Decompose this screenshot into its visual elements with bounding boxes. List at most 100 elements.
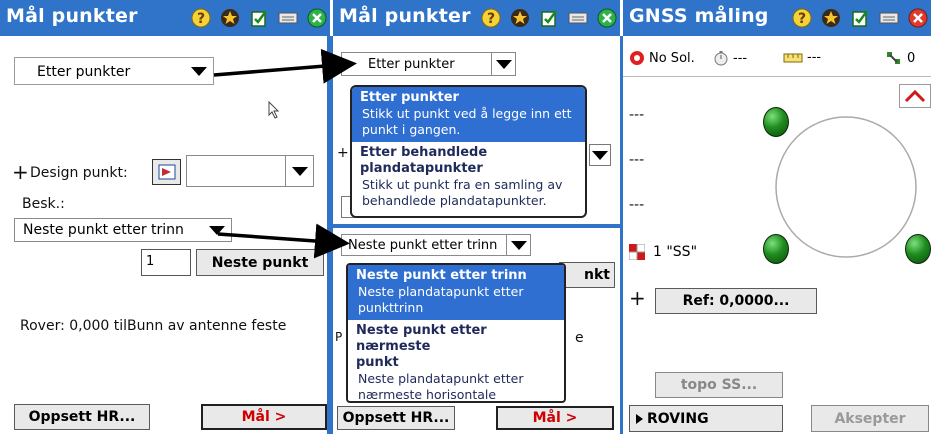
plus-icon[interactable]: + bbox=[629, 286, 646, 310]
keyboard-icon[interactable] bbox=[567, 7, 589, 29]
skyplot-circle bbox=[775, 116, 917, 258]
chevron-down-icon bbox=[506, 235, 530, 255]
design-point-dropdown[interactable] bbox=[186, 155, 314, 187]
right-titlebar: GNSS måling ? bbox=[623, 0, 931, 36]
close-icon[interactable] bbox=[596, 7, 618, 29]
topo-button[interactable]: topo SS... bbox=[655, 372, 783, 398]
setup-hr-button[interactable]: Oppsett HR... bbox=[337, 406, 455, 430]
ruler-icon bbox=[783, 53, 803, 62]
status-solution-text: No Sol. bbox=[649, 50, 695, 66]
chevron-down-icon bbox=[203, 219, 231, 241]
option-title: Neste punkt etter nærmeste bbox=[356, 323, 487, 354]
close-icon[interactable] bbox=[907, 7, 929, 29]
option-desc: punkttrinn bbox=[358, 300, 424, 315]
left-screen: Mål punkter ? Etter punkter + Design pun… bbox=[0, 0, 330, 434]
close-icon[interactable] bbox=[306, 7, 328, 29]
method-options-list: Etter punkter Stikk ut punkt ved å legge… bbox=[350, 85, 587, 218]
setup-hr-button[interactable]: Oppsett HR... bbox=[14, 404, 150, 430]
favorites-icon[interactable] bbox=[820, 7, 842, 29]
method-option-processed[interactable]: Etter behandlede plandatapunkter Stikk u… bbox=[352, 142, 585, 213]
step-option-by-step[interactable]: Neste punkt etter trinn Neste plandatapu… bbox=[348, 265, 564, 320]
target-marker-top bbox=[763, 107, 789, 137]
help-icon[interactable]: ? bbox=[480, 7, 502, 29]
roving-button-text: ROVING bbox=[647, 410, 709, 427]
keyboard-icon[interactable] bbox=[277, 7, 299, 29]
measure-button[interactable]: Mål > bbox=[496, 406, 614, 430]
checklist-icon[interactable] bbox=[538, 7, 560, 29]
left-title-icons: ? bbox=[186, 7, 328, 29]
status-precision[interactable]: --- bbox=[783, 50, 821, 65]
option-title: Etter punkter bbox=[360, 90, 459, 105]
stakeout-point-icon bbox=[629, 244, 645, 260]
svg-text:?: ? bbox=[798, 11, 806, 27]
reference-button[interactable]: Ref: 0,0000... bbox=[655, 288, 817, 314]
method-dropdown[interactable]: Etter punkter bbox=[341, 52, 516, 76]
accept-button[interactable]: Aksepter bbox=[811, 405, 929, 432]
point-label-text: 1 "SS" bbox=[653, 244, 698, 260]
help-icon[interactable]: ? bbox=[190, 7, 212, 29]
measure-button[interactable]: Mål > bbox=[201, 404, 327, 430]
stopwatch-icon bbox=[714, 51, 728, 66]
status-satellites-text: 0 bbox=[907, 50, 916, 66]
target-marker-left bbox=[763, 234, 789, 264]
option-desc: punkt i gangen. bbox=[362, 122, 461, 137]
value-1: --- bbox=[629, 107, 645, 123]
method-option-by-points[interactable]: Etter punkter Stikk ut punkt ved å legge… bbox=[352, 87, 585, 142]
option-title: plandatapunkter bbox=[360, 161, 483, 176]
option-title: Neste punkt etter trinn bbox=[356, 268, 527, 283]
step-options-list: Neste punkt etter trinn Neste plandatapu… bbox=[346, 263, 566, 403]
play-icon bbox=[636, 413, 643, 424]
step-option-nearest[interactable]: Neste punkt etter nærmeste punkt Neste p… bbox=[348, 320, 564, 402]
option-title: Etter behandlede bbox=[360, 145, 488, 160]
step-dropdown[interactable]: Neste punkt etter trinn bbox=[14, 218, 232, 242]
help-icon[interactable]: ? bbox=[791, 7, 813, 29]
chevron-down-icon bbox=[285, 156, 313, 186]
middle-screen: Mål punkter ? Etter punkter + Etter punk… bbox=[333, 0, 620, 434]
partial-rover-e: e bbox=[575, 330, 584, 346]
partial-plus: + bbox=[337, 145, 349, 161]
status-satellites[interactable]: 0 bbox=[885, 50, 915, 66]
status-timer[interactable]: --- bbox=[713, 50, 747, 66]
step-dropdown[interactable]: Neste punkt etter trinn bbox=[341, 234, 531, 256]
option-desc: nærmeste horisontale distanse. bbox=[358, 387, 497, 402]
status-precision-text: --- bbox=[807, 50, 822, 65]
favorites-icon[interactable] bbox=[509, 7, 531, 29]
left-title: Mål punkter bbox=[6, 5, 138, 27]
next-point-button-partial[interactable]: nkt bbox=[559, 262, 615, 288]
next-point-button-text: nkt bbox=[584, 267, 610, 283]
middle-title-icons: ? bbox=[476, 7, 618, 29]
step-number-value: 1 bbox=[146, 254, 155, 269]
favorites-icon[interactable] bbox=[219, 7, 241, 29]
status-solution[interactable]: No Sol. bbox=[629, 50, 695, 66]
next-point-button[interactable]: Neste punkt bbox=[196, 249, 324, 276]
middle-title: Mål punkter bbox=[339, 5, 471, 27]
design-point-label: Design punkt: bbox=[30, 165, 128, 181]
rover-text: Rover: 0,000 tilBunn av antenne feste bbox=[20, 318, 287, 334]
roving-button[interactable]: ROVING bbox=[629, 405, 783, 432]
chevron-down-icon bbox=[491, 53, 515, 75]
partial-rover-p: P bbox=[335, 330, 343, 344]
option-desc: Neste plandatapunkt etter bbox=[358, 371, 524, 386]
step-dropdown-value: Neste punkt etter trinn bbox=[23, 222, 184, 238]
chevron-down-icon bbox=[185, 58, 213, 84]
checklist-icon[interactable] bbox=[248, 7, 270, 29]
step-number-input[interactable]: 1 bbox=[141, 249, 191, 276]
svg-text:?: ? bbox=[487, 11, 495, 27]
svg-text:?: ? bbox=[197, 11, 205, 27]
value-3: --- bbox=[629, 197, 645, 213]
option-desc: behandlede plandatapunkter. bbox=[362, 193, 547, 208]
middle-split-divider bbox=[333, 224, 620, 228]
select-point-icon[interactable] bbox=[152, 159, 181, 185]
method-dropdown[interactable]: Etter punkter bbox=[14, 57, 214, 85]
point-label: 1 "SS" bbox=[629, 244, 697, 260]
checklist-icon[interactable] bbox=[849, 7, 871, 29]
target-marker-right bbox=[905, 234, 931, 264]
option-desc: Stikk ut punkt ved å legge inn ett bbox=[362, 106, 572, 121]
left-titlebar: Mål punkter ? bbox=[0, 0, 330, 36]
right-screen: GNSS måling ? No Sol. --- --- 0 --- --- … bbox=[623, 0, 931, 434]
arrow-up-icon[interactable] bbox=[899, 84, 931, 108]
right-title: GNSS måling bbox=[629, 5, 769, 27]
plus-icon[interactable]: + bbox=[12, 160, 29, 184]
right-title-icons: ? bbox=[787, 7, 929, 29]
keyboard-icon[interactable] bbox=[878, 7, 900, 29]
